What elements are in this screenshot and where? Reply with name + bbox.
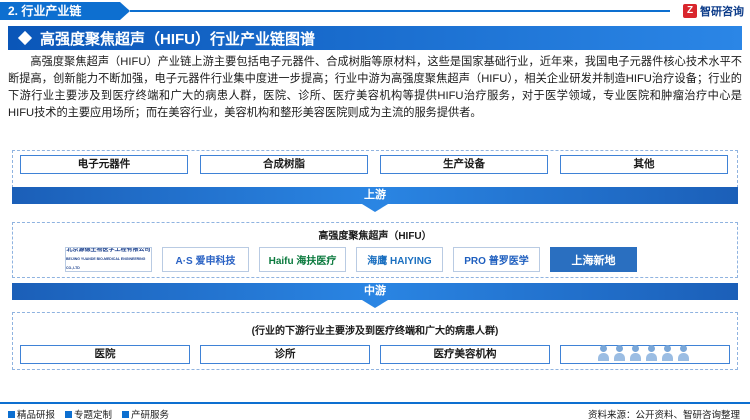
- downstream-item-aesthetics: 医疗美容机构: [380, 345, 550, 364]
- downstream-label: (行业的下游行业主要涉及到医疗终端和广大的病患人群): [251, 326, 499, 337]
- diamond-icon: [17, 30, 33, 46]
- brand-logo-icon: Z: [683, 4, 697, 18]
- company-logo-aishen: A·S 爱申科技: [162, 247, 249, 272]
- arrow-down-icon: [362, 204, 388, 212]
- section-header: 2. 行业产业链 Z 智研咨询: [0, 0, 750, 22]
- patient-icon: [598, 345, 609, 361]
- downstream-patients-box: [560, 345, 730, 364]
- footer-link-reports[interactable]: 精品研报: [8, 407, 55, 420]
- brand-logo: Z 智研咨询: [683, 3, 744, 19]
- company-logo-pro: PRO 普罗医学: [453, 247, 540, 272]
- upstream-banner: 上游: [12, 187, 738, 204]
- upstream-item-equipment: 生产设备: [380, 155, 548, 174]
- footer-link-custom[interactable]: 专题定制: [65, 407, 112, 420]
- section-divider: [130, 10, 670, 12]
- page-footer: 精品研报 专题定制 产研服务 资料来源：公开资料、智研咨询整理: [0, 402, 750, 420]
- page-title-bar: 高强度聚焦超声（HIFU）行业产业链图谱: [8, 26, 742, 50]
- patient-icon: [646, 345, 657, 361]
- company-logo-haifu: Haifu 海扶医疗: [259, 247, 346, 272]
- midstream-label: 高强度聚焦超声（HIFU）: [318, 231, 432, 242]
- patient-icon: [630, 345, 641, 361]
- square-icon: [8, 410, 15, 418]
- company-logo-haiying: 海鹰 HAIYING: [356, 247, 443, 272]
- downstream-item-clinic: 诊所: [200, 345, 370, 364]
- footer-link-services[interactable]: 产研服务: [122, 407, 169, 420]
- intro-paragraph: 高强度聚焦超声（HIFU）产业链上游主要包括电子元器件、合成树脂等原材料，这些是…: [8, 56, 742, 119]
- source-note: 资料来源：公开资料、智研咨询整理: [587, 410, 740, 420]
- brand-logo-text: 智研咨询: [700, 6, 744, 18]
- footer-links: 精品研报 专题定制 产研服务: [8, 407, 169, 420]
- company-logo-yuande: 北京源德生物医学工程有限公司 BEIJING YUANDE BIO-MEDICA…: [65, 247, 152, 272]
- section-label: 2. 行业产业链: [0, 2, 130, 20]
- page-title: 高强度聚焦超声（HIFU）行业产业链图谱: [40, 30, 315, 48]
- upstream-item-resin: 合成树脂: [200, 155, 368, 174]
- company-logo-shanghai-xindi: 上海新地: [550, 247, 637, 272]
- arrow-down-icon: [362, 300, 388, 308]
- patient-icon: [662, 345, 673, 361]
- square-icon: [122, 410, 130, 418]
- square-icon: [65, 410, 73, 418]
- upstream-item-electronics: 电子元器件: [20, 155, 188, 174]
- midstream-banner: 中游: [12, 283, 738, 300]
- patient-icon: [614, 345, 625, 361]
- upstream-item-other: 其他: [560, 155, 728, 174]
- downstream-item-hospital: 医院: [20, 345, 190, 364]
- patient-icon: [678, 345, 689, 361]
